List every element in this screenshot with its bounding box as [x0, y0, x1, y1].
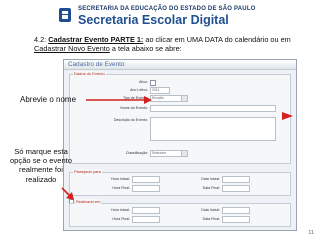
ativo-checkbox[interactable]	[150, 80, 156, 86]
classificacao-label: Classificação:	[125, 151, 148, 155]
planned-hora-inicial-label: Hora Inicial:	[111, 177, 130, 181]
ano-input[interactable]: 2024	[150, 87, 170, 94]
brand-title: Secretaria Escolar Digital	[78, 13, 229, 27]
done-hora-final-label: Hora Final:	[112, 217, 130, 221]
tipo-select[interactable]: Reunião	[150, 95, 188, 102]
planned-fieldset	[69, 172, 291, 196]
planned-hora-final-input[interactable]	[132, 185, 160, 192]
descricao-textarea[interactable]	[150, 117, 276, 141]
done-data-inicial-input[interactable]	[222, 207, 250, 214]
instruction-step: Cadastrar Evento PARTE 1:	[48, 35, 144, 44]
planned-data-inicial-label: Data Inicial:	[201, 177, 220, 181]
done-data-final-label: Data Final:	[202, 217, 220, 221]
period-annotation: Só marque esta opção se o evento realmen…	[9, 147, 73, 184]
event-data-legend: Dados do Evento	[73, 71, 106, 76]
planned-legend: Planejado para	[73, 169, 102, 174]
name-annotation: Abrevie o nome	[20, 95, 77, 104]
brand-top-text: SECRETARIA DA EDUCAÇÃO DO ESTADO DE SÃO …	[78, 6, 256, 12]
done-legend: Realizado em	[75, 199, 102, 204]
ativo-label: Ativo:	[139, 80, 148, 84]
done-data-inicial-label: Data Inicial:	[201, 208, 220, 212]
form-title-bar: Cadastro de Evento	[64, 60, 296, 70]
planned-data-final-label: Data Final:	[202, 186, 220, 190]
instruction-suffix: a tela abaixo se abre:	[109, 44, 182, 54]
classificacao-select[interactable]: Selecione	[150, 150, 188, 157]
sp-state-logo-icon	[59, 8, 71, 22]
done-data-final-input[interactable]	[222, 216, 250, 223]
planned-hora-final-label: Hora Final:	[112, 186, 130, 190]
nome-input[interactable]	[150, 105, 276, 112]
classificacao-value: Selecione	[152, 151, 166, 155]
ano-value: 2024	[152, 88, 160, 92]
arrow-to-realizado-icon	[61, 187, 74, 200]
ano-label: Ano Letivo:	[130, 88, 148, 92]
planned-data-inicial-input[interactable]	[222, 176, 250, 183]
form-title: Cadastro de Evento	[68, 61, 125, 68]
descricao-label: Descrição do Evento:	[113, 118, 148, 122]
page-number: 11	[308, 230, 314, 236]
planned-hora-inicial-input[interactable]	[132, 176, 160, 183]
done-hora-inicial-label: Hora Inicial:	[111, 208, 130, 212]
done-hora-inicial-input[interactable]	[132, 207, 160, 214]
chevron-down-icon	[181, 96, 187, 101]
instruction-text: 4.2: Cadastrar Evento PARTE 1: ao clicar…	[34, 35, 304, 54]
done-hora-final-input[interactable]	[132, 216, 160, 223]
form-screenshot: Cadastro de Evento Dados do Evento Ativo…	[63, 59, 297, 231]
arrow-small-right-icon	[282, 112, 293, 120]
planned-data-final-input[interactable]	[222, 185, 250, 192]
done-fieldset	[69, 203, 291, 227]
instruction-prefix: 4.2:	[34, 35, 49, 44]
chevron-down-icon	[181, 151, 187, 156]
instruction-link: Cadastrar Novo Evento	[34, 44, 110, 54]
arrow-to-name-icon	[86, 96, 152, 104]
instruction-mid: ao clicar em UMA DATA do calendário ou e…	[143, 35, 291, 44]
